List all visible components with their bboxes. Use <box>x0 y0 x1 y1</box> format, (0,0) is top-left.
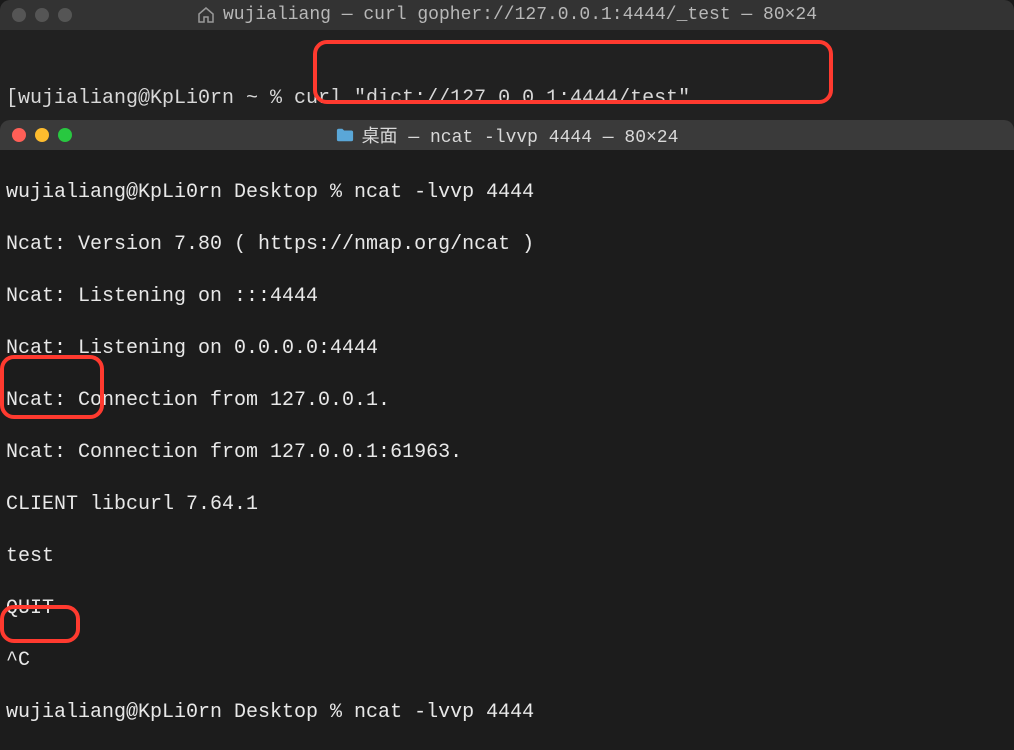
maximize-button[interactable] <box>58 128 72 142</box>
terminal-output[interactable]: wujialiang@KpLi0rn Desktop % ncat -lvvp … <box>0 150 1014 750</box>
terminal-line: QUIT <box>6 596 1008 622</box>
terminal-line: ^C <box>6 648 1008 674</box>
titlebar[interactable]: 桌面 — ncat -lvvp 4444 — 80×24 <box>0 120 1014 150</box>
terminal-line: Ncat: Listening on 0.0.0.0:4444 <box>6 336 1008 362</box>
terminal-window-ncat: 桌面 — ncat -lvvp 4444 — 80×24 wujialiang@… <box>0 120 1014 750</box>
terminal-line: [wujialiang@KpLi0rn ~ % curl "dict://127… <box>6 86 1008 112</box>
terminal-line: Ncat: Connection from 127.0.0.1. <box>6 388 1008 414</box>
terminal-line: CLIENT libcurl 7.64.1 <box>6 492 1008 518</box>
terminal-line: test <box>6 544 1008 570</box>
traffic-lights <box>12 128 72 142</box>
folder-icon <box>336 127 354 143</box>
window-title: 桌面 — ncat -lvvp 4444 — 80×24 <box>12 122 1002 148</box>
window-title-text: 桌面 — ncat -lvvp 4444 — 80×24 <box>362 122 679 148</box>
close-button[interactable] <box>12 8 26 22</box>
minimize-button[interactable] <box>35 8 49 22</box>
terminal-window-curl: wujialiang — curl gopher://127.0.0.1:444… <box>0 0 1014 128</box>
terminal-line: Ncat: Version 7.80 ( https://nmap.org/nc… <box>6 232 1008 258</box>
maximize-button[interactable] <box>58 8 72 22</box>
window-title-text: wujialiang — curl gopher://127.0.0.1:444… <box>223 5 817 25</box>
home-icon <box>197 7 215 23</box>
window-title: wujialiang — curl gopher://127.0.0.1:444… <box>12 5 1002 25</box>
terminal-line: Ncat: Connection from 127.0.0.1:61963. <box>6 440 1008 466</box>
terminal-line: Ncat: Listening on :::4444 <box>6 284 1008 310</box>
terminal-line: wujialiang@KpLi0rn Desktop % ncat -lvvp … <box>6 700 1008 726</box>
traffic-lights <box>12 8 72 22</box>
terminal-line: wujialiang@KpLi0rn Desktop % ncat -lvvp … <box>6 180 1008 206</box>
terminal-output[interactable]: [wujialiang@KpLi0rn ~ % curl "dict://127… <box>0 30 1014 128</box>
close-button[interactable] <box>12 128 26 142</box>
minimize-button[interactable] <box>35 128 49 142</box>
titlebar[interactable]: wujialiang — curl gopher://127.0.0.1:444… <box>0 0 1014 30</box>
